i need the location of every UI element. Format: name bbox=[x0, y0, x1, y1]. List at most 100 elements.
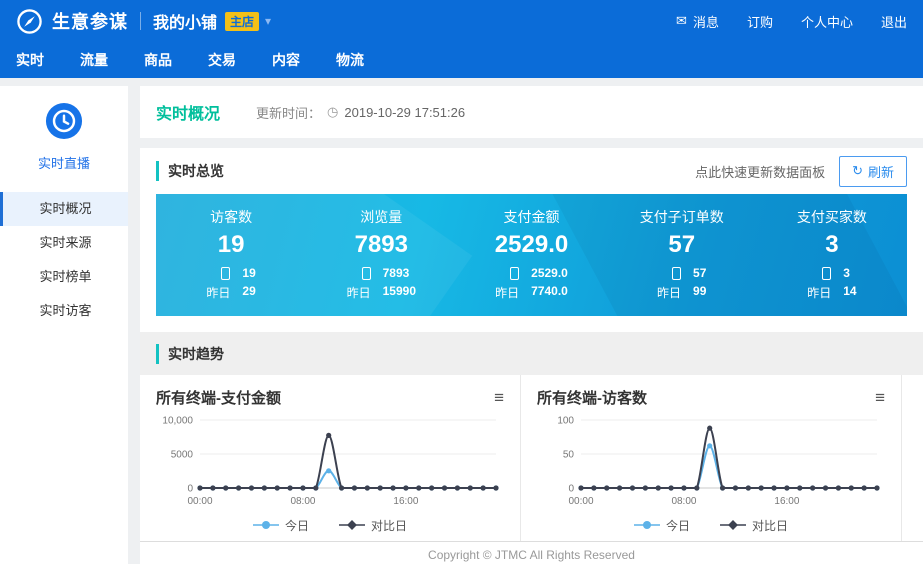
metric-value: 19 bbox=[156, 231, 306, 259]
legend-marker-icon bbox=[339, 520, 365, 530]
chart-title-row: 所有终端-支付金额 ≡ bbox=[156, 387, 504, 408]
refresh-hint-text: 点此快速更新数据面板 bbox=[695, 162, 825, 181]
yesterday-label: 昨日 bbox=[206, 284, 230, 301]
update-time-label: 更新时间： bbox=[256, 103, 321, 122]
nav-item-products[interactable]: 商品 bbox=[144, 50, 172, 70]
chart-panel-payment: 所有终端-支付金额 ≡ 0500010,00000:0008:0016:00 今… bbox=[140, 375, 521, 541]
page-title: 实时概况 bbox=[156, 100, 220, 124]
page-footer: Copyright © JTMC All Rights Reserved bbox=[140, 542, 923, 564]
yesterday-label: 昨日 bbox=[807, 284, 831, 301]
metric-yesterday-value: 99 bbox=[693, 284, 706, 301]
top-bar: 生意参谋 我的小铺 主店 ▾ ✉ 消息 订购 个人中心 退出 bbox=[0, 0, 923, 42]
personal-center-link[interactable]: 个人中心 bbox=[801, 12, 853, 31]
top-right-links: ✉ 消息 订购 个人中心 退出 bbox=[676, 12, 907, 31]
svg-text:100: 100 bbox=[557, 415, 574, 426]
chart-legend: 今日 对比日 bbox=[156, 517, 504, 534]
sidebar-item-realtime-sources[interactable]: 实时来源 bbox=[0, 226, 128, 260]
sidebar: 实时直播 实时概况 实时来源 实时榜单 实时访客 bbox=[0, 86, 128, 564]
metric-yesterday-value: 14 bbox=[843, 284, 856, 301]
overview-section-actions: 点此快速更新数据面板 ↻ 刷新 bbox=[695, 156, 907, 187]
update-time-value: 2019-10-29 17:51:26 bbox=[344, 105, 465, 120]
legend-marker-icon bbox=[720, 520, 746, 530]
nav-item-trade[interactable]: 交易 bbox=[208, 50, 236, 70]
nav-item-traffic[interactable]: 流量 bbox=[80, 50, 108, 70]
legend-marker-icon bbox=[253, 520, 279, 530]
overview-section-title: 实时总览 bbox=[156, 161, 224, 181]
metric-label: 访客数 bbox=[156, 207, 306, 227]
svg-text:10,000: 10,000 bbox=[162, 415, 193, 426]
shop-badge: 主店 bbox=[225, 12, 259, 31]
overview-section-row: 实时总览 点此快速更新数据面板 ↻ 刷新 bbox=[140, 148, 923, 194]
mail-icon: ✉ bbox=[676, 13, 687, 29]
metric-value: 57 bbox=[607, 231, 757, 259]
metric-sub: 7893 昨日 15990 bbox=[347, 266, 416, 301]
metric-label: 支付金额 bbox=[456, 207, 606, 227]
metric-value: 7893 bbox=[306, 231, 456, 259]
metric-value: 2529.0 bbox=[456, 231, 606, 259]
legend-item[interactable]: 今日 bbox=[634, 517, 690, 534]
nav-item-content[interactable]: 内容 bbox=[272, 50, 300, 70]
metric-sub: 3 昨日 14 bbox=[807, 266, 856, 301]
chevron-down-icon[interactable]: ▾ bbox=[265, 14, 271, 28]
metric-mobile-value: 7893 bbox=[383, 266, 410, 280]
shop-name: 我的小铺 bbox=[153, 9, 217, 33]
spacer bbox=[140, 138, 923, 148]
mobile-icon bbox=[672, 266, 681, 280]
realtime-overview-card: 实时总览 点此快速更新数据面板 ↻ 刷新 访客数 19 19 昨日 bbox=[140, 148, 923, 332]
nav-item-realtime[interactable]: 实时 bbox=[16, 50, 44, 70]
trend-section-title: 实时趋势 bbox=[156, 344, 224, 364]
metric-sub: 19 昨日 29 bbox=[206, 266, 255, 301]
metric-sub-orders: 支付子订单数 57 57 昨日 99 bbox=[607, 194, 757, 316]
mobile-icon bbox=[510, 266, 519, 280]
app-logo-icon bbox=[16, 8, 43, 35]
copyright-text: Copyright © JTMC All Rights Reserved bbox=[428, 542, 635, 562]
metric-label: 支付买家数 bbox=[757, 207, 907, 227]
metric-visitors: 访客数 19 19 昨日 29 bbox=[156, 194, 306, 316]
metric-mobile-value: 57 bbox=[693, 266, 706, 280]
chart-title-payment: 所有终端-支付金额 bbox=[156, 387, 281, 408]
metric-yesterday-value: 15990 bbox=[383, 284, 416, 301]
nav-item-logistics[interactable]: 物流 bbox=[336, 50, 364, 70]
sidebar-item-realtime-rankings[interactable]: 实时榜单 bbox=[0, 260, 128, 294]
svg-text:0: 0 bbox=[187, 483, 193, 494]
trend-charts-card: 所有终端-支付金额 ≡ 0500010,00000:0008:0016:00 今… bbox=[140, 375, 923, 542]
chart-menu-icon[interactable]: ≡ bbox=[494, 389, 504, 406]
metric-yesterday-value: 7740.0 bbox=[531, 284, 568, 301]
metric-pageviews: 浏览量 7893 7893 昨日 15990 bbox=[306, 194, 456, 316]
metric-sub: 57 昨日 99 bbox=[657, 266, 706, 301]
legend-item[interactable]: 对比日 bbox=[339, 517, 407, 534]
subscribe-link[interactable]: 订购 bbox=[747, 12, 773, 31]
metric-label: 浏览量 bbox=[306, 207, 456, 227]
svg-text:5000: 5000 bbox=[171, 449, 194, 460]
legend-item[interactable]: 今日 bbox=[253, 517, 309, 534]
svg-text:00:00: 00:00 bbox=[187, 496, 212, 507]
metric-mobile-value: 19 bbox=[242, 266, 255, 280]
svg-text:50: 50 bbox=[563, 449, 575, 460]
mobile-icon bbox=[822, 266, 831, 280]
metrics-panel: 访客数 19 19 昨日 29 浏览量 7893 7893 昨日 bbox=[156, 194, 907, 316]
main-nav: 实时 流量 商品 交易 内容 物流 bbox=[0, 42, 923, 78]
clock-small-icon: ◷ bbox=[327, 104, 338, 120]
messages-link[interactable]: ✉ 消息 bbox=[676, 12, 719, 31]
brand-divider bbox=[140, 12, 141, 30]
metric-mobile-value: 3 bbox=[843, 266, 850, 280]
svg-text:08:00: 08:00 bbox=[671, 496, 696, 507]
sidebar-section-head: 实时直播 bbox=[0, 86, 128, 192]
chart-menu-icon[interactable]: ≡ bbox=[875, 389, 885, 406]
mobile-icon bbox=[221, 266, 230, 280]
metric-payment-amount: 支付金额 2529.0 2529.0 昨日 7740.0 bbox=[456, 194, 606, 316]
legend-marker-icon bbox=[634, 520, 660, 530]
refresh-icon: ↻ bbox=[852, 163, 863, 179]
metric-mobile-value: 2529.0 bbox=[531, 266, 568, 280]
payment-line-chart: 0500010,00000:0008:0016:00 bbox=[156, 410, 504, 510]
metric-yesterday-value: 29 bbox=[242, 284, 255, 301]
visitors-line-chart: 05010000:0008:0016:00 bbox=[537, 410, 885, 510]
chart-legend: 今日 对比日 bbox=[537, 517, 885, 534]
sidebar-item-realtime-visitors[interactable]: 实时访客 bbox=[0, 294, 128, 328]
sidebar-item-realtime-overview[interactable]: 实时概况 bbox=[0, 192, 128, 226]
metric-label: 支付子订单数 bbox=[607, 207, 757, 227]
refresh-button[interactable]: ↻ 刷新 bbox=[839, 156, 907, 187]
logout-link[interactable]: 退出 bbox=[881, 12, 907, 31]
metric-sub: 2529.0 昨日 7740.0 bbox=[495, 266, 568, 301]
legend-item[interactable]: 对比日 bbox=[720, 517, 788, 534]
